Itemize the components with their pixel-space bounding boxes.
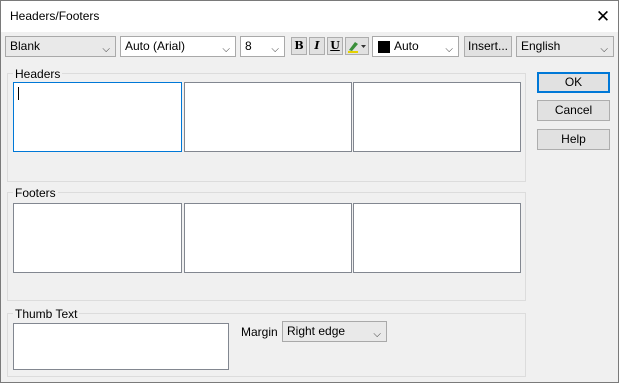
highlight-button[interactable] <box>345 37 369 55</box>
highlighter-icon <box>348 42 366 53</box>
chevron-down-icon: ⌵ <box>600 44 608 55</box>
header-left-field[interactable] <box>13 82 182 152</box>
font-select-value: Auto (Arial) <box>125 39 186 53</box>
margin-label: Margin <box>241 325 278 339</box>
footer-left-field[interactable] <box>13 203 182 273</box>
underline-button[interactable]: U <box>327 37 343 55</box>
style-select-value: Blank <box>10 39 41 53</box>
bold-button[interactable]: B <box>291 37 307 55</box>
chevron-down-icon: ⌵ <box>271 44 279 55</box>
size-select[interactable]: 8 ⌵ <box>240 36 285 57</box>
headers-label: Headers <box>13 67 63 81</box>
font-select[interactable]: Auto (Arial) ⌵ <box>120 36 236 57</box>
italic-button[interactable]: I <box>309 37 325 55</box>
language-select[interactable]: English ⌵ <box>516 36 614 57</box>
margin-select-value: Right edge <box>287 324 346 338</box>
thumb-text-field[interactable] <box>13 323 229 370</box>
footer-center-field[interactable] <box>184 203 352 273</box>
footers-label: Footers <box>13 186 58 200</box>
size-select-value: 8 <box>245 39 252 53</box>
style-select[interactable]: Blank ⌵ <box>5 36 116 57</box>
chevron-down-icon: ⌵ <box>102 44 110 55</box>
help-button[interactable]: Help <box>537 129 610 150</box>
color-select-value: Auto <box>394 39 419 53</box>
chevron-down-icon: ⌵ <box>222 44 230 55</box>
text-caret <box>18 87 19 100</box>
header-center-field[interactable] <box>184 82 352 152</box>
close-icon[interactable]: ✕ <box>588 1 618 32</box>
dialog-title: Headers/Footers <box>10 9 100 23</box>
ok-button[interactable]: OK <box>537 72 610 93</box>
header-right-field[interactable] <box>353 82 521 152</box>
language-select-value: English <box>521 39 561 53</box>
cancel-button[interactable]: Cancel <box>537 100 610 121</box>
chevron-down-icon: ⌵ <box>373 329 381 340</box>
insert-button[interactable]: Insert... <box>464 36 512 57</box>
margin-select[interactable]: Right edge ⌵ <box>282 321 387 342</box>
title-bar: Headers/Footers ✕ <box>1 1 618 32</box>
footer-right-field[interactable] <box>353 203 521 273</box>
color-select[interactable]: Auto ⌵ <box>372 36 459 57</box>
chevron-down-icon: ⌵ <box>445 44 453 55</box>
thumb-text-label: Thumb Text <box>13 307 80 321</box>
color-swatch <box>378 41 390 53</box>
headers-footers-dialog: Headers/Footers ✕ Blank ⌵ Auto (Arial) ⌵… <box>0 0 619 383</box>
